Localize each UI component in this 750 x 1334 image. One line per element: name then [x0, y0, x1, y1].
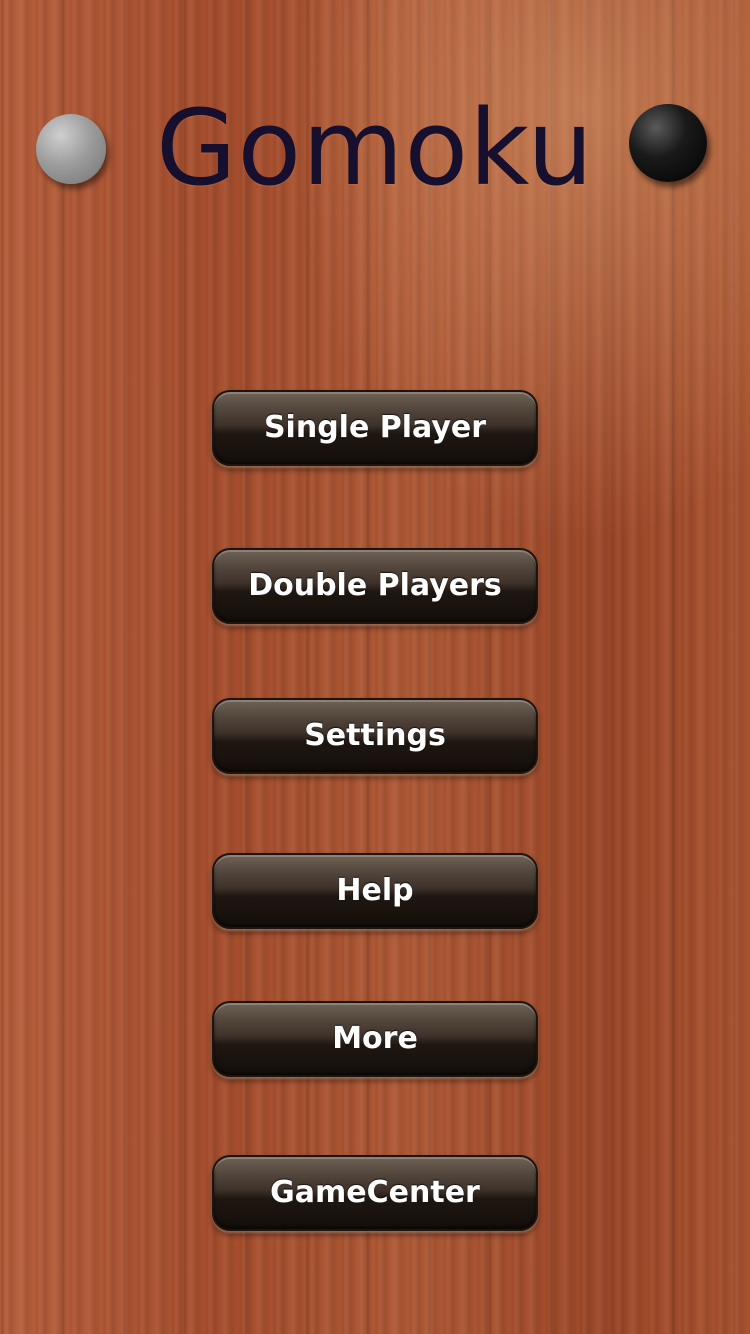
single-player-button[interactable]: Single Player	[212, 390, 538, 466]
settings-button[interactable]: Settings	[212, 698, 538, 774]
double-players-button[interactable]: Double Players	[212, 548, 538, 624]
gamecenter-button[interactable]: GameCenter	[212, 1155, 538, 1231]
game-title: Gomoku	[155, 87, 595, 209]
black-stone-icon	[629, 104, 707, 182]
main-menu-screen: Gomoku Single Player Double Players Sett…	[0, 0, 750, 1334]
white-stone-icon	[36, 114, 106, 184]
more-button[interactable]: More	[212, 1001, 538, 1077]
help-button[interactable]: Help	[212, 853, 538, 929]
